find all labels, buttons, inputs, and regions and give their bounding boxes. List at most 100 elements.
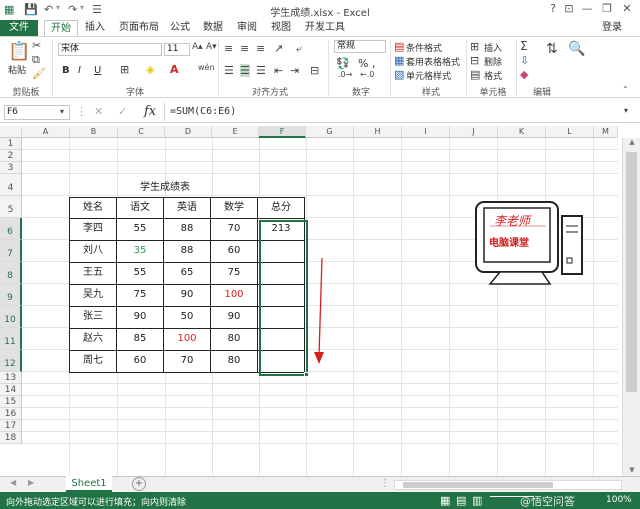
fill-handle[interactable] [304,372,309,377]
table-cell[interactable]: 55 [117,263,164,285]
font-color-icon[interactable]: A [170,63,179,76]
table-cell[interactable]: 刘八 [69,241,117,263]
row-header-1[interactable]: 1 [0,138,22,150]
table-header-cell[interactable]: 姓名 [69,197,117,219]
column-header-b[interactable]: B [70,126,118,138]
column-header-c[interactable]: C [118,126,165,138]
add-sheet-button[interactable]: + [132,477,146,491]
sheet-tab-sheet1[interactable]: Sheet1 [66,476,112,492]
decrease-indent-icon[interactable]: ⇤ [274,64,283,77]
table-cell[interactable]: 75 [117,285,164,307]
row-header-10[interactable]: 10 [0,306,22,328]
close-button[interactable]: ✕ [618,2,636,16]
vertical-scrollbar[interactable]: ▲ ▼ [622,138,640,476]
row-header-13[interactable]: 13 [0,372,22,384]
tab-developer[interactable]: 开发工具 [302,20,348,36]
increase-decimal-icon[interactable]: .0→ [338,70,352,79]
cell-style-button[interactable]: 单元格样式 [406,69,451,82]
find-select-icon[interactable]: 🔍 [568,41,585,57]
scroll-thumb[interactable] [626,152,637,392]
row-header-9[interactable]: 9 [0,284,22,306]
table-cell[interactable]: 100 [164,329,211,351]
increase-font-icon[interactable]: A▴ [192,42,203,52]
cell-style-icon[interactable]: ▧ [394,68,404,81]
table-cell[interactable]: 70 [211,219,258,241]
tab-data[interactable]: 数据 [198,20,228,36]
tab-home[interactable]: 开始 [44,20,78,36]
table-cell[interactable]: 90 [211,307,258,329]
paste-button-label[interactable]: 粘贴 [8,63,26,76]
clear-icon[interactable]: ◆ [520,68,528,81]
column-header-a[interactable]: A [22,126,70,138]
tab-file[interactable]: 文件 [0,20,38,36]
tab-view[interactable]: 视图 [266,20,296,36]
merge-center-icon[interactable]: ⊟ [310,64,319,77]
row-header-7[interactable]: 7 [0,240,22,262]
table-cell[interactable]: 90 [164,285,211,307]
column-header-j[interactable]: J [450,126,498,138]
row-header-14[interactable]: 14 [0,384,22,396]
column-header-h[interactable]: H [354,126,402,138]
table-cell[interactable]: 王五 [69,263,117,285]
table-cell[interactable]: 85 [117,329,164,351]
fill-icon[interactable]: ⇩ [520,54,529,67]
delete-cells-icon[interactable]: ⊟ [470,54,479,67]
wrap-text-icon[interactable]: ⤶ [296,42,302,56]
row-header-17[interactable]: 17 [0,420,22,432]
format-cells-button[interactable]: 格式 [484,69,502,82]
horizontal-scroll-thumb[interactable] [403,482,553,488]
prev-sheet-icon[interactable]: ◀ [10,478,16,487]
table-cell[interactable]: 60 [211,241,258,263]
expand-formula-icon[interactable]: ▾ [624,106,628,115]
table-cell[interactable]: 张三 [69,307,117,329]
phonetic-icon[interactable]: wén [198,63,215,72]
column-header-m[interactable]: M [594,126,618,138]
insert-cells-button[interactable]: 插入 [484,41,502,54]
tab-insert[interactable]: 插入 [80,20,110,36]
row-header-2[interactable]: 2 [0,150,22,162]
table-cell[interactable]: 75 [211,263,258,285]
login-link[interactable]: 登录 [598,20,626,36]
table-cell[interactable]: 88 [164,219,211,241]
table-header-cell[interactable]: 数学 [211,197,258,219]
copy-icon[interactable]: ⧉ [32,53,40,67]
table-cell[interactable]: 55 [117,219,164,241]
column-header-g[interactable]: G [306,126,354,138]
table-cell[interactable]: 35 [117,241,164,263]
conditional-format-button[interactable]: 条件格式 [406,41,442,54]
tab-page-layout[interactable]: 页面布局 [114,20,164,36]
table-cell[interactable]: 80 [211,351,258,373]
paste-icon[interactable]: 📋 [8,41,30,62]
align-left-icon[interactable]: ☰ [224,64,234,77]
worksheet-grid[interactable]: ABCDEFGHIJKLM 1 2 3 4 5 6 7 8 9 10 11 12 13 14 15 16 17 1… [0,126,640,476]
align-top-icon[interactable]: ≡ [224,42,233,55]
table-cell[interactable]: 60 [117,351,164,373]
font-size-select[interactable]: 11 [164,43,190,56]
select-all-corner[interactable] [0,126,22,138]
sort-filter-icon[interactable]: ⇅ [546,41,558,57]
normal-view-icon[interactable]: ▦ [440,494,450,507]
collapse-ribbon-icon[interactable]: ⌃ [622,85,629,94]
page-layout-view-icon[interactable]: ▤ [456,494,466,507]
table-cell[interactable]: 周七 [69,351,117,373]
conditional-format-icon[interactable]: ▤ [394,40,404,53]
insert-function-button[interactable]: fx [144,104,156,119]
align-right-icon[interactable]: ☰ [256,64,266,77]
scroll-down-icon[interactable]: ▼ [625,466,639,476]
column-header-i[interactable]: I [402,126,450,138]
table-cell[interactable]: 80 [211,329,258,351]
formula-input[interactable]: =SUM(C6:E6) [170,106,236,117]
italic-button[interactable]: I [78,65,81,76]
enter-icon[interactable]: ✓ [118,105,127,118]
tab-review[interactable]: 审阅 [232,20,262,36]
comma-button[interactable]: , [372,57,376,70]
row-header-12[interactable]: 12 [0,350,22,372]
next-sheet-icon[interactable]: ▶ [28,478,34,487]
table-header-cell[interactable]: 语文 [117,197,164,219]
table-cell[interactable]: 50 [164,307,211,329]
bold-button[interactable]: B [62,65,70,76]
scroll-up-icon[interactable]: ▲ [625,138,639,148]
table-cell[interactable]: 吴九 [69,285,117,307]
insert-cells-icon[interactable]: ⊞ [470,40,479,53]
horizontal-scrollbar[interactable] [394,480,622,490]
